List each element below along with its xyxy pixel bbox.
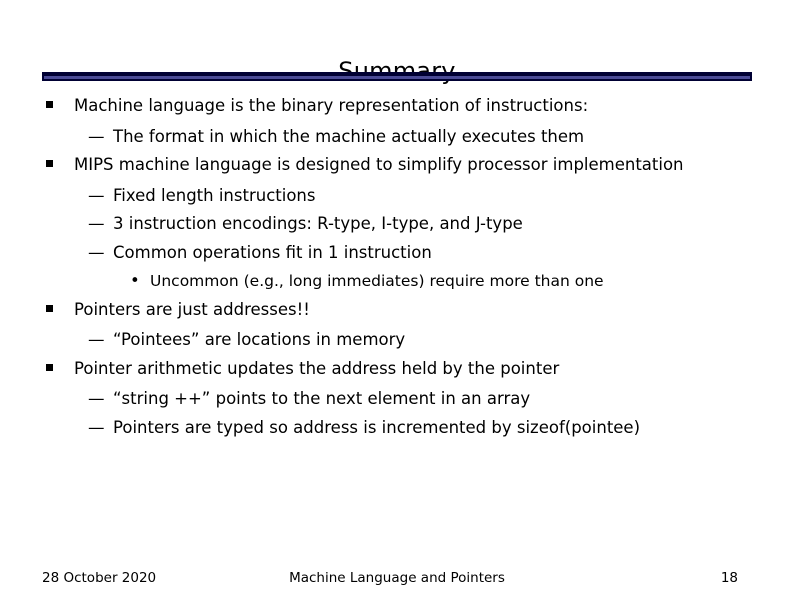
bullet-text: Pointers are typed so address is increme…: [113, 417, 641, 437]
bullet-item: • Uncommon (e.g., long immediates) requir…: [42, 267, 754, 296]
bullet-item: Pointers are just addresses!!: [42, 296, 754, 327]
en-dash-bullet-icon: —: [88, 185, 105, 205]
bullet-text: The format in which the machine actually…: [113, 126, 585, 146]
bullet-text: Uncommon (e.g., long immediates) require…: [150, 272, 604, 290]
bullet-text: Pointers are just addresses!!: [74, 299, 310, 319]
footer-page-number: 18: [720, 570, 738, 586]
bullet-item: — “Pointees” are locations in memory: [42, 326, 754, 355]
bullet-text: Machine language is the binary represent…: [74, 96, 589, 115]
bullet-item: Machine language is the binary represent…: [42, 92, 754, 123]
bullet-list: Machine language is the binary represent…: [42, 92, 754, 442]
square-bullet-glyph: [46, 363, 53, 371]
bullet-text: “Pointees” are locations in memory: [113, 330, 406, 349]
en-dash-bullet-icon: —: [88, 242, 105, 262]
bullet-text: “string ++” points to the next element i…: [113, 389, 531, 408]
footer-title: Machine Language and Pointers: [289, 570, 505, 586]
square-bullet-glyph: [46, 101, 53, 108]
bullet-text: MIPS machine language is designed to sim…: [74, 155, 684, 174]
square-bullet-icon: [46, 150, 74, 179]
en-dash-bullet-icon: —: [88, 389, 105, 408]
bullet-item: — Pointers are typed so address is increm…: [42, 414, 754, 443]
en-dash-bullet-icon: —: [88, 214, 105, 233]
title-divider-bar: [42, 72, 752, 81]
bullet-item: — “string ++” points to the next element …: [42, 385, 754, 414]
slide-footer: 28 October 2020 Machine Language and Poi…: [42, 566, 752, 590]
bullet-text: Common operations fit in 1 instruction: [113, 242, 432, 262]
round-bullet-icon: •: [130, 271, 140, 290]
square-bullet-icon: [46, 354, 74, 383]
square-bullet-icon: [46, 295, 74, 324]
square-bullet-glyph: [46, 160, 53, 167]
bullet-text: Pointer arithmetic updates the address h…: [74, 358, 560, 378]
title-divider-inner-line: [44, 76, 750, 79]
en-dash-bullet-icon: —: [88, 330, 105, 349]
bullet-item: — 3 instruction encodings: R-type, I-type…: [42, 210, 754, 239]
bullet-item: MIPS machine language is designed to sim…: [42, 151, 754, 182]
square-bullet-glyph: [46, 304, 53, 312]
slide-canvas: Summary Machine language is the binary r…: [0, 0, 792, 612]
en-dash-bullet-icon: —: [88, 417, 105, 437]
square-bullet-icon: [46, 91, 74, 120]
bullet-text: Fixed length instructions: [113, 185, 316, 205]
en-dash-bullet-icon: —: [88, 126, 105, 146]
bullet-item: — Common operations fit in 1 instruction: [42, 239, 754, 268]
bullet-item: — Fixed length instructions: [42, 182, 754, 211]
bullet-item: Pointer arithmetic updates the address h…: [42, 355, 754, 386]
bullet-item: — The format in which the machine actuall…: [42, 123, 754, 152]
bullet-text: 3 instruction encodings: R-type, I-type,…: [113, 214, 523, 233]
